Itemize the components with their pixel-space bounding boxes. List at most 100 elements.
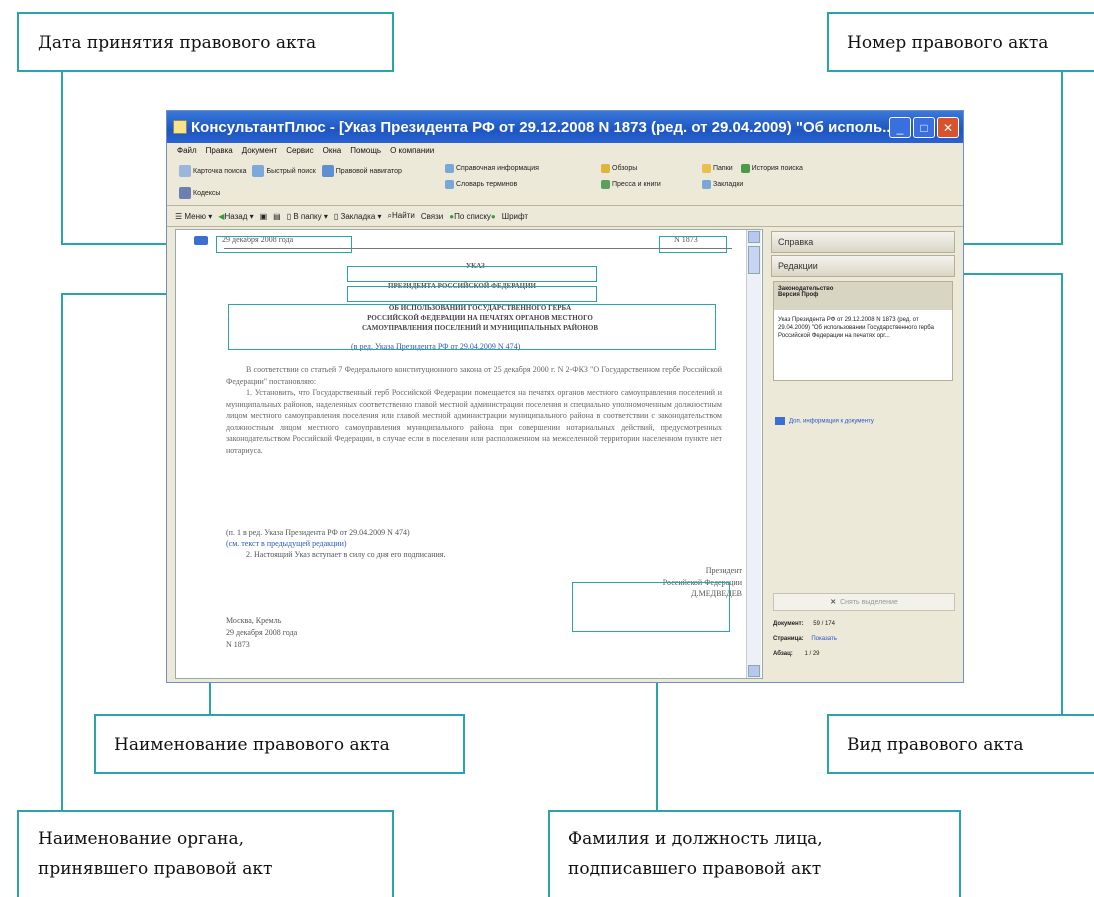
menu-windows[interactable]: Окна [323, 146, 342, 155]
callout-act-type: Вид правового акта [827, 714, 1094, 774]
callout-adoption-date: Дата принятия правового акта [17, 12, 394, 72]
reviews-button[interactable]: Обзоры [601, 161, 661, 175]
scroll-up-icon[interactable] [748, 231, 760, 243]
menu-about[interactable]: О компании [390, 146, 434, 155]
print-icon[interactable]: ▣ [260, 212, 268, 221]
card-search-label: Карточка поиска [193, 167, 247, 175]
edition-note-2[interactable]: (п. 1 в ред. Указа Президента РФ от 29.0… [226, 528, 410, 537]
callout-signatory: Фамилия и должность лица, подписавшего п… [548, 810, 961, 897]
quick-search-button[interactable]: Быстрый поиск [252, 161, 316, 181]
info-box-header: Законодательство Версия Проф [774, 282, 952, 310]
highlight-type [347, 266, 597, 282]
links-button[interactable]: Связи [421, 212, 443, 221]
paragraph-1: 1. Установить, что Государственный герб … [226, 388, 722, 455]
by-list-button[interactable]: ●По списку● [449, 212, 496, 221]
folders-label: Папки [713, 164, 733, 172]
glossary-icon [445, 179, 454, 189]
app-icon [173, 120, 187, 134]
navigator-button[interactable]: Правовой навигатор [321, 161, 402, 181]
window-title: КонсультантПлюс - [Указ Президента РФ от… [191, 118, 895, 136]
menubar: Файл Правка Документ Сервис Окна Помощь … [167, 143, 963, 157]
menu-dropdown[interactable]: ☰ Меню ▾ [175, 212, 212, 221]
press-button[interactable]: Пресса и книги [601, 177, 661, 191]
codes-label: Кодексы [193, 189, 221, 197]
highlight-name [228, 304, 716, 350]
info-doc-icon [775, 417, 785, 425]
info-panel: Справка Редакции Законодательство Версия… [767, 229, 959, 677]
callout-act-type-text: Вид правового акта [847, 735, 1024, 755]
reviews-icon [601, 163, 610, 173]
codes-icon [179, 187, 191, 199]
menu-help[interactable]: Помощь [350, 146, 381, 155]
quick-search-label: Быстрый поиск [266, 167, 316, 175]
menu-file[interactable]: Файл [177, 146, 197, 155]
folders-button[interactable]: Папки История поиска [702, 161, 803, 175]
scroll-thumb[interactable] [748, 246, 760, 274]
menu-service[interactable]: Сервис [286, 146, 313, 155]
remove-selection-icon: ✕ [830, 599, 837, 606]
status-document: Документ: 59 / 174 [773, 621, 835, 627]
bookmark-label: Закладка [340, 211, 376, 221]
document-info-icon[interactable] [194, 236, 208, 245]
ribbon: Карточка поиска Быстрый поиск Правовой н… [167, 157, 963, 206]
footer-line: N 1873 [226, 640, 250, 649]
bookmark-button[interactable]: ▯ Закладка ▾ [334, 212, 382, 221]
status-document-value: 59 / 174 [813, 621, 835, 627]
glossary-button[interactable]: Словарь терминов [445, 177, 539, 191]
by-list-label: По списку [454, 211, 491, 221]
to-folder-button[interactable]: ▯ В папку ▾ [287, 212, 328, 221]
callout-act-number: Номер правового акта [827, 12, 1094, 72]
document-footer: Москва, Кремль 29 декабря 2008 года N 18… [226, 615, 297, 651]
tab-editions[interactable]: Редакции [771, 255, 955, 277]
ribbon-reference-group: Справочная информация Словарь терминов [445, 157, 595, 205]
previous-edition-link[interactable]: (см. текст в предыдущей редакции) [226, 539, 347, 548]
links-label: Связи [420, 211, 444, 221]
highlight-signatory [572, 582, 730, 632]
to-folder-label: В папку [293, 211, 322, 221]
scroll-down-icon[interactable] [748, 665, 760, 677]
menu-dropdown-label: Меню [184, 211, 207, 221]
window-controls: _ □ ✕ [889, 117, 959, 138]
navigator-label: Правовой навигатор [335, 167, 402, 175]
tab-reference[interactable]: Справка [771, 231, 955, 253]
navigator-icon [321, 165, 334, 177]
remove-selection-button[interactable]: ✕ Снять выделение [773, 593, 955, 611]
paragraph-2: 2. Настоящий Указ вступает в силу со дня… [246, 550, 446, 559]
find-button[interactable]: ⌕Найти [388, 211, 415, 221]
font-button[interactable]: Шрифт [502, 212, 528, 221]
consultant-window: КонсультантПлюс - [Указ Президента РФ от… [166, 110, 964, 683]
document-scrollbar[interactable] [746, 230, 761, 678]
callout-act-name-text: Наименование правового акта [114, 735, 390, 755]
minimize-icon[interactable]: _ [889, 117, 911, 138]
quick-search-icon [252, 165, 265, 177]
ribbon-search-group: Карточка поиска Быстрый поиск Правовой н… [179, 157, 439, 205]
close-icon[interactable]: ✕ [937, 117, 959, 138]
card-search-icon [179, 165, 191, 177]
reference-icon [445, 163, 454, 173]
ribbon-reviews-group: Обзоры Пресса и книги [601, 157, 696, 205]
maximize-icon[interactable]: □ [913, 117, 935, 138]
glossary-label: Словарь терминов [456, 180, 518, 188]
back-button[interactable]: ◀Назад ▾ [218, 212, 253, 221]
callout-signatory-text: Фамилия и должность лица, подписавшего п… [568, 829, 823, 879]
footer-line: 29 декабря 2008 года [226, 628, 298, 637]
callout-adoption-date-text: Дата принятия правового акта [38, 33, 317, 53]
back-label: Назад [224, 211, 248, 221]
save-icon[interactable]: ▤ [273, 212, 281, 221]
reference-label: Справочная информация [456, 164, 539, 172]
callout-act-name: Наименование правового акта [94, 714, 465, 774]
extra-info-label: Доп. информация к документу [789, 418, 874, 425]
history-label[interactable]: История поиска [752, 165, 803, 172]
bookmarks-button[interactable]: Закладки [702, 177, 803, 191]
status-page-value[interactable]: Показать [811, 636, 837, 642]
extra-info-link[interactable]: Доп. информация к документу [775, 417, 874, 425]
highlight-issuer [347, 286, 597, 302]
codes-button[interactable]: Кодексы [179, 183, 220, 203]
paragraph-preamble: В соответствии со статьей 7 Федерального… [226, 365, 722, 386]
reference-button[interactable]: Справочная информация [445, 161, 539, 175]
card-search-button[interactable]: Карточка поиска [179, 161, 246, 181]
menu-edit[interactable]: Правка [206, 146, 233, 155]
bookmarks-icon [702, 179, 711, 189]
document-toolbar: ☰ Меню ▾ ◀Назад ▾ ▣ ▤ ▯ В папку ▾ ▯ Закл… [167, 206, 963, 227]
menu-document[interactable]: Документ [242, 146, 278, 155]
